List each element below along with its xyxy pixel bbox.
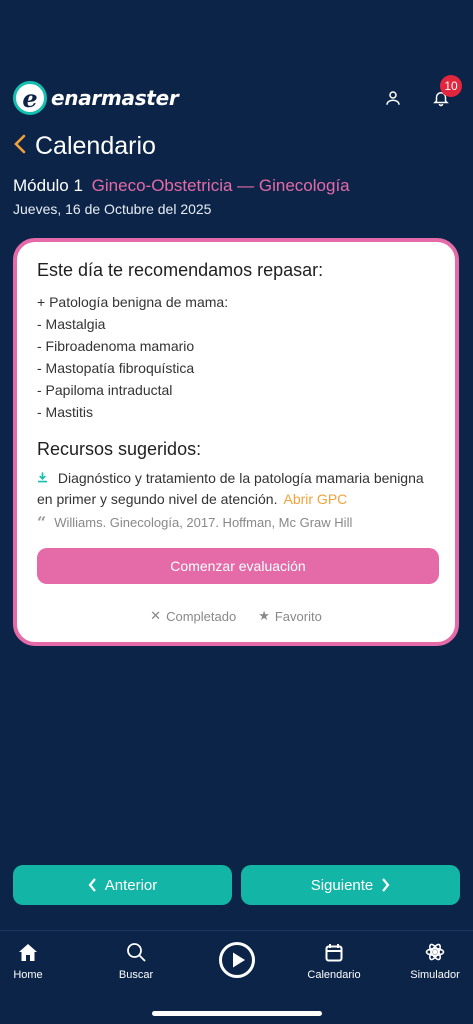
- app-header: e enarmaster 10: [13, 75, 462, 116]
- reference-item: “ Williams. Ginecología, 2017. Hoffman, …: [37, 513, 435, 532]
- logo-mark: e: [13, 81, 47, 115]
- open-gpc-link[interactable]: Abrir GPC: [283, 491, 347, 507]
- resource-item: Diagnóstico y tratamiento de la patologí…: [37, 468, 435, 510]
- selected-date: Jueves, 16 de Octubre del 2025: [13, 201, 212, 217]
- next-label: Siguiente: [310, 876, 374, 894]
- previous-button[interactable]: Anterior: [13, 865, 232, 905]
- completed-label: Completado: [166, 608, 237, 624]
- quote-icon: “: [37, 513, 47, 532]
- favorite-toggle[interactable]: ★ Favorito: [258, 608, 322, 624]
- chevron-right-icon: [382, 878, 390, 892]
- previous-label: Anterior: [104, 876, 158, 894]
- back-button[interactable]: [13, 133, 27, 160]
- resource-text: Diagnóstico y tratamiento de la patologí…: [37, 470, 424, 507]
- topic-item: - Mastalgia: [37, 316, 106, 332]
- page-title: Calendario: [35, 132, 156, 160]
- tab-calendar-label: Calendario: [307, 969, 361, 981]
- resources-heading: Recursos sugeridos:: [37, 439, 202, 459]
- chevron-left-icon: [14, 134, 26, 154]
- notifications-button[interactable]: 10: [428, 75, 462, 111]
- module-heading: Módulo 1 Gineco-Obstetricia — Ginecologí…: [13, 176, 350, 196]
- search-icon: [126, 941, 146, 963]
- topic-list: + Patología benigna de mama: - Mastalgia…: [37, 291, 435, 423]
- favorite-label: Favorito: [274, 608, 322, 624]
- logo-text: enarmaster: [51, 86, 179, 110]
- tab-search[interactable]: Buscar: [101, 941, 171, 981]
- home-icon: [18, 941, 38, 963]
- profile-button[interactable]: [380, 85, 406, 111]
- topic-item: - Mastitis: [37, 404, 93, 420]
- tab-calendar[interactable]: Calendario: [299, 941, 369, 981]
- module-label: Módulo 1: [13, 176, 83, 195]
- topic-item: + Patología benigna de mama:: [37, 294, 229, 310]
- start-evaluation-button[interactable]: Comenzar evaluación: [37, 548, 439, 584]
- next-button[interactable]: Siguiente: [241, 865, 460, 905]
- tab-simulator-label: Simulador: [410, 969, 460, 981]
- star-icon: ★: [258, 608, 270, 623]
- module-name: Gineco-Obstetricia — Ginecología: [91, 176, 350, 195]
- app-logo: e enarmaster: [13, 81, 179, 115]
- chevron-left-icon: [88, 878, 96, 892]
- tab-search-label: Buscar: [118, 969, 154, 981]
- notification-badge: 10: [440, 75, 462, 97]
- download-icon: [37, 470, 52, 486]
- tab-home[interactable]: Home: [0, 941, 63, 981]
- recommendation-heading: Este día te recomendamos repasar:: [37, 260, 324, 280]
- tab-simulator[interactable]: Simulador: [400, 941, 470, 981]
- bottom-tab-bar: Home Buscar Calendario Simulador: [0, 930, 473, 1024]
- calendar-icon: [325, 941, 343, 963]
- user-icon: [386, 91, 400, 105]
- play-button[interactable]: [218, 941, 256, 979]
- reference-text: Williams. Ginecología, 2017. Hoffman, Mc…: [54, 515, 353, 530]
- topic-item: - Fibroadenoma mamario: [37, 338, 195, 354]
- close-icon: ✕: [150, 608, 162, 623]
- study-card: Este día te recomendamos repasar: + Pato…: [13, 238, 459, 646]
- atom-icon: [425, 941, 445, 963]
- play-icon: [219, 942, 255, 978]
- topic-item: - Mastopatía fibroquística: [37, 360, 195, 376]
- tab-home-label: Home: [13, 969, 43, 981]
- home-indicator: [152, 1011, 322, 1016]
- completed-toggle[interactable]: ✕ Completado: [150, 608, 236, 624]
- topic-item: - Papiloma intraductal: [37, 382, 173, 398]
